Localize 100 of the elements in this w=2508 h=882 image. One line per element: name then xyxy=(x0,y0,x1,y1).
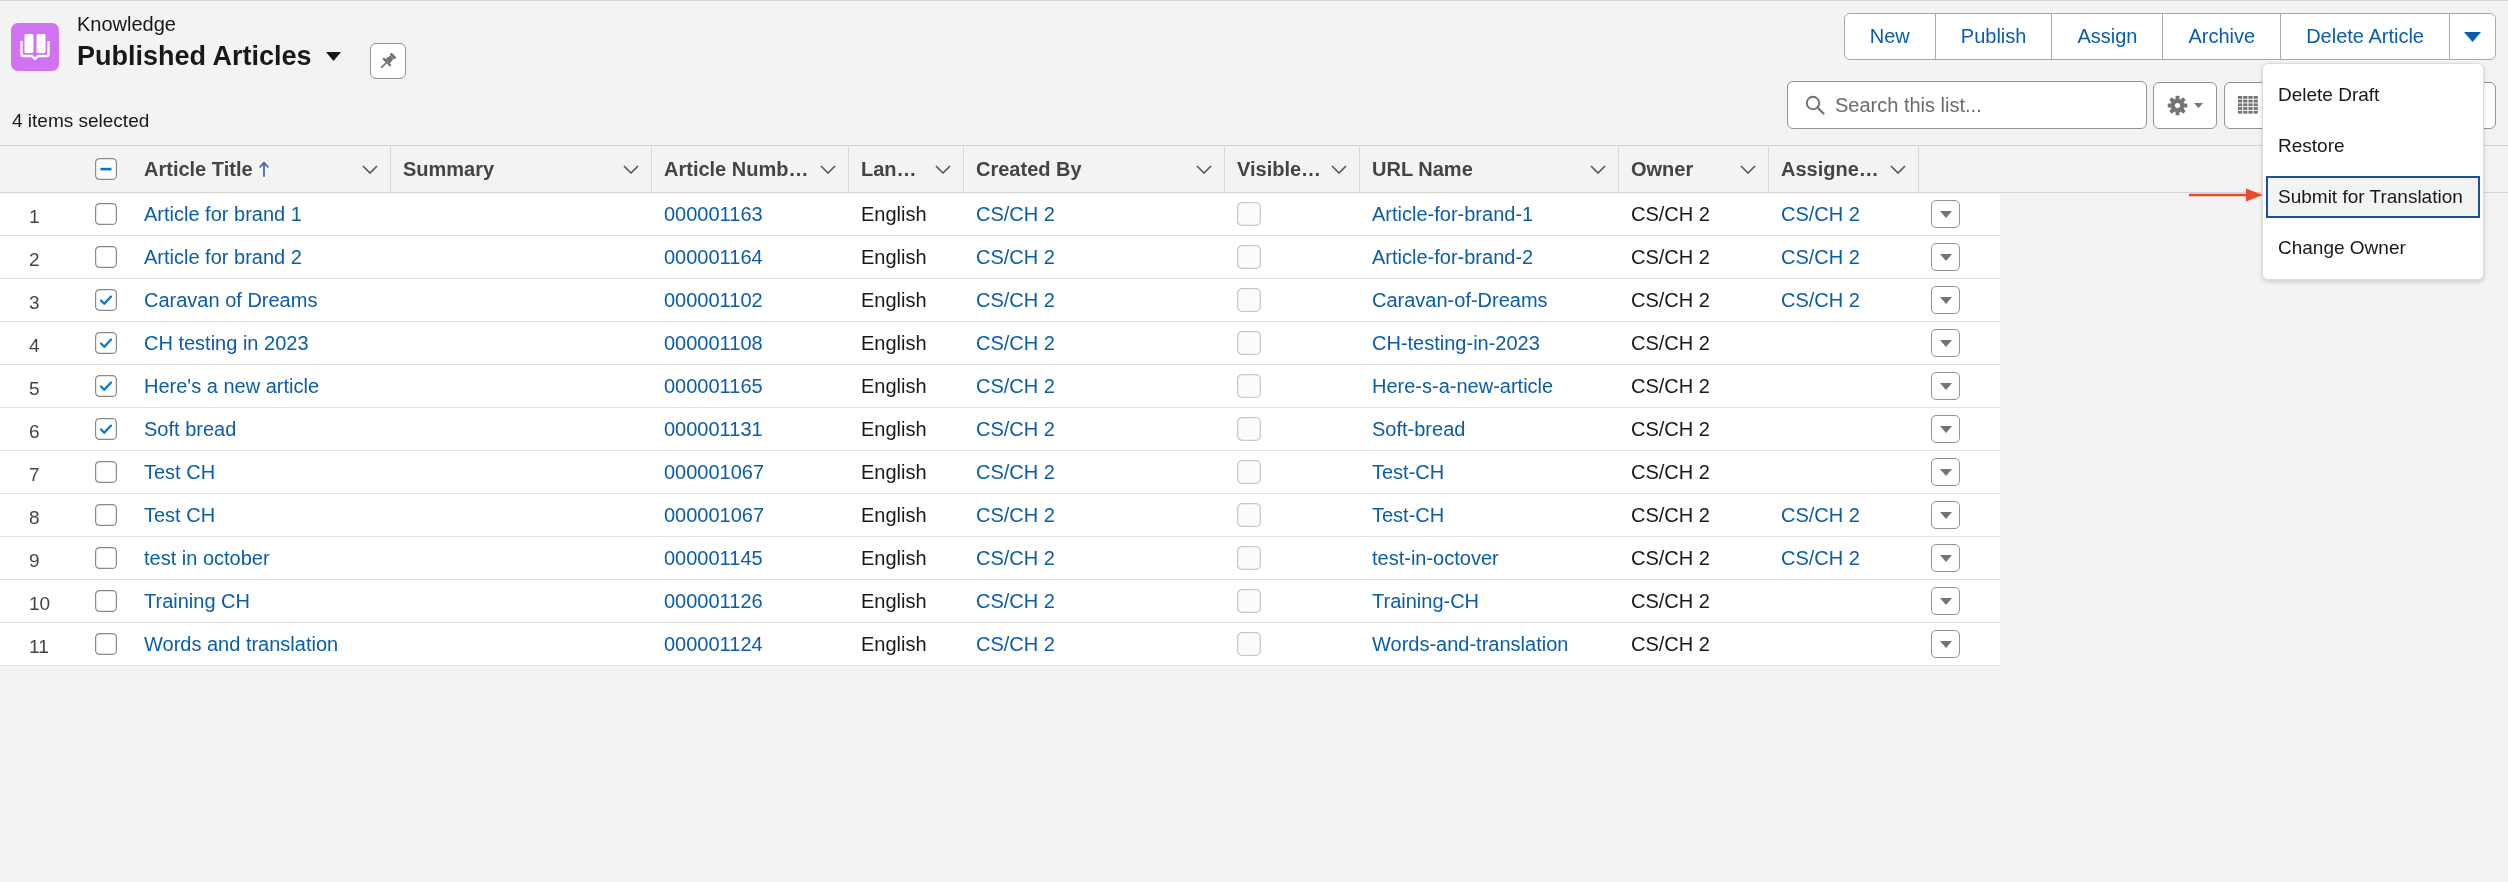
column-header[interactable]: Summary xyxy=(391,146,652,192)
checkbox[interactable] xyxy=(1237,632,1261,656)
article-number-link[interactable]: 000001067 xyxy=(664,460,765,484)
article-title-link[interactable]: Test CH xyxy=(144,503,216,527)
chevron-down-icon[interactable] xyxy=(1196,164,1212,174)
url-name-link[interactable]: Here-s-a-new-article xyxy=(1372,374,1554,398)
row-actions-button[interactable] xyxy=(1931,372,1960,400)
row-checkbox[interactable] xyxy=(95,418,117,440)
article-number-link[interactable]: 000001124 xyxy=(664,632,763,656)
article-number-link[interactable]: 000001165 xyxy=(664,374,763,398)
checkbox[interactable] xyxy=(1237,460,1261,484)
column-header[interactable]: Article Numb… xyxy=(652,146,849,192)
checkbox[interactable] xyxy=(1237,288,1261,312)
row-actions-button[interactable] xyxy=(1931,243,1960,271)
creator-link[interactable]: CS/CH 2 xyxy=(976,202,1055,226)
article-title-link[interactable]: Article for brand 2 xyxy=(144,245,302,269)
row-checkbox[interactable] xyxy=(95,547,117,569)
url-name-link[interactable]: Article-for-brand-1 xyxy=(1372,202,1534,226)
chevron-down-icon[interactable] xyxy=(362,164,378,174)
article-title-link[interactable]: Words and translation xyxy=(144,632,339,656)
assignee-link[interactable]: CS/CH 2 xyxy=(1781,288,1860,312)
column-header[interactable]: Article Title xyxy=(132,146,391,192)
select-all-checkbox[interactable] xyxy=(95,158,117,180)
creator-link[interactable]: CS/CH 2 xyxy=(976,374,1055,398)
row-actions-button[interactable] xyxy=(1931,544,1960,572)
search-field[interactable]: Search this list... xyxy=(1787,81,2147,129)
column-header[interactable]: URL Name xyxy=(1360,146,1619,192)
creator-link[interactable]: CS/CH 2 xyxy=(976,331,1055,355)
assignee-link[interactable]: CS/CH 2 xyxy=(1781,546,1860,570)
row-checkbox[interactable] xyxy=(95,590,117,612)
action-button[interactable]: Assign xyxy=(2051,13,2164,60)
url-name-link[interactable]: Soft-bread xyxy=(1372,417,1466,441)
row-actions-button[interactable] xyxy=(1931,329,1960,357)
row-checkbox[interactable] xyxy=(95,504,117,526)
creator-link[interactable]: CS/CH 2 xyxy=(976,632,1055,656)
column-header[interactable]: Created By xyxy=(964,146,1225,192)
pin-button[interactable] xyxy=(369,43,406,79)
chevron-down-icon[interactable] xyxy=(935,164,951,174)
url-name-link[interactable]: test-in-octover xyxy=(1372,546,1499,570)
row-checkbox[interactable] xyxy=(95,289,117,311)
row-actions-button[interactable] xyxy=(1931,630,1960,658)
article-title-link[interactable]: Test CH xyxy=(144,460,216,484)
checkbox[interactable] xyxy=(1237,503,1261,527)
article-title-link[interactable]: CH testing in 2023 xyxy=(144,331,309,355)
article-number-link[interactable]: 000001145 xyxy=(664,546,763,570)
row-checkbox[interactable] xyxy=(95,203,117,225)
chevron-down-icon[interactable] xyxy=(623,164,639,174)
chevron-down-icon[interactable] xyxy=(1740,164,1756,174)
settings-button[interactable] xyxy=(2153,81,2217,129)
chevron-down-icon[interactable] xyxy=(820,164,836,174)
column-header[interactable]: Owner xyxy=(1619,146,1769,192)
row-actions-button[interactable] xyxy=(1931,286,1960,314)
row-checkbox[interactable] xyxy=(95,246,117,268)
article-number-link[interactable]: 000001067 xyxy=(664,503,765,527)
search-input[interactable]: Search this list... xyxy=(1835,93,2134,117)
checkbox[interactable] xyxy=(1237,245,1261,269)
creator-link[interactable]: CS/CH 2 xyxy=(976,288,1055,312)
url-name-link[interactable]: Words-and-translation xyxy=(1372,632,1569,656)
checkbox[interactable] xyxy=(1237,202,1261,226)
action-button[interactable]: New xyxy=(1843,13,1936,60)
checkbox[interactable] xyxy=(1237,374,1261,398)
url-name-link[interactable]: CH-testing-in-2023 xyxy=(1372,331,1540,355)
row-checkbox[interactable] xyxy=(95,633,117,655)
creator-link[interactable]: CS/CH 2 xyxy=(976,546,1055,570)
creator-link[interactable]: CS/CH 2 xyxy=(976,245,1055,269)
column-header[interactable]: Visible… xyxy=(1225,146,1360,192)
row-actions-button[interactable] xyxy=(1931,458,1960,486)
row-checkbox[interactable] xyxy=(95,375,117,397)
creator-link[interactable]: CS/CH 2 xyxy=(976,589,1055,613)
article-title-link[interactable]: Here's a new article xyxy=(144,374,319,398)
caret-down-icon[interactable] xyxy=(325,51,341,61)
article-title-link[interactable]: Article for brand 1 xyxy=(144,202,302,226)
creator-link[interactable]: CS/CH 2 xyxy=(976,460,1055,484)
url-name-link[interactable]: Caravan-of-Dreams xyxy=(1372,288,1548,312)
menu-item[interactable]: Submit for Translation xyxy=(2266,176,2480,218)
row-actions-button[interactable] xyxy=(1931,200,1960,228)
creator-link[interactable]: CS/CH 2 xyxy=(976,417,1055,441)
chevron-down-icon[interactable] xyxy=(1890,164,1906,174)
article-title-link[interactable]: Caravan of Dreams xyxy=(144,288,318,312)
chevron-down-icon[interactable] xyxy=(1331,164,1347,174)
row-actions-button[interactable] xyxy=(1931,501,1960,529)
article-number-link[interactable]: 000001126 xyxy=(664,589,763,613)
article-number-link[interactable]: 000001163 xyxy=(664,202,763,226)
article-number-link[interactable]: 000001131 xyxy=(664,417,763,441)
assignee-link[interactable]: CS/CH 2 xyxy=(1781,503,1860,527)
row-actions-button[interactable] xyxy=(1931,587,1960,615)
more-actions-button[interactable] xyxy=(2449,13,2496,60)
column-header[interactable]: Lan… xyxy=(849,146,964,192)
chevron-down-icon[interactable] xyxy=(1590,164,1606,174)
column-header[interactable]: Assigne… xyxy=(1769,146,1919,192)
url-name-link[interactable]: Test-CH xyxy=(1372,460,1445,484)
checkbox[interactable] xyxy=(1237,546,1261,570)
action-button[interactable]: Archive xyxy=(2162,13,2282,60)
checkbox[interactable] xyxy=(1237,417,1261,441)
article-title-link[interactable]: Soft bread xyxy=(144,417,237,441)
assignee-link[interactable]: CS/CH 2 xyxy=(1781,245,1860,269)
checkbox[interactable] xyxy=(1237,331,1261,355)
checkbox[interactable] xyxy=(1237,589,1261,613)
assignee-link[interactable]: CS/CH 2 xyxy=(1781,202,1860,226)
list-view-title[interactable]: Published Articles xyxy=(77,39,312,73)
